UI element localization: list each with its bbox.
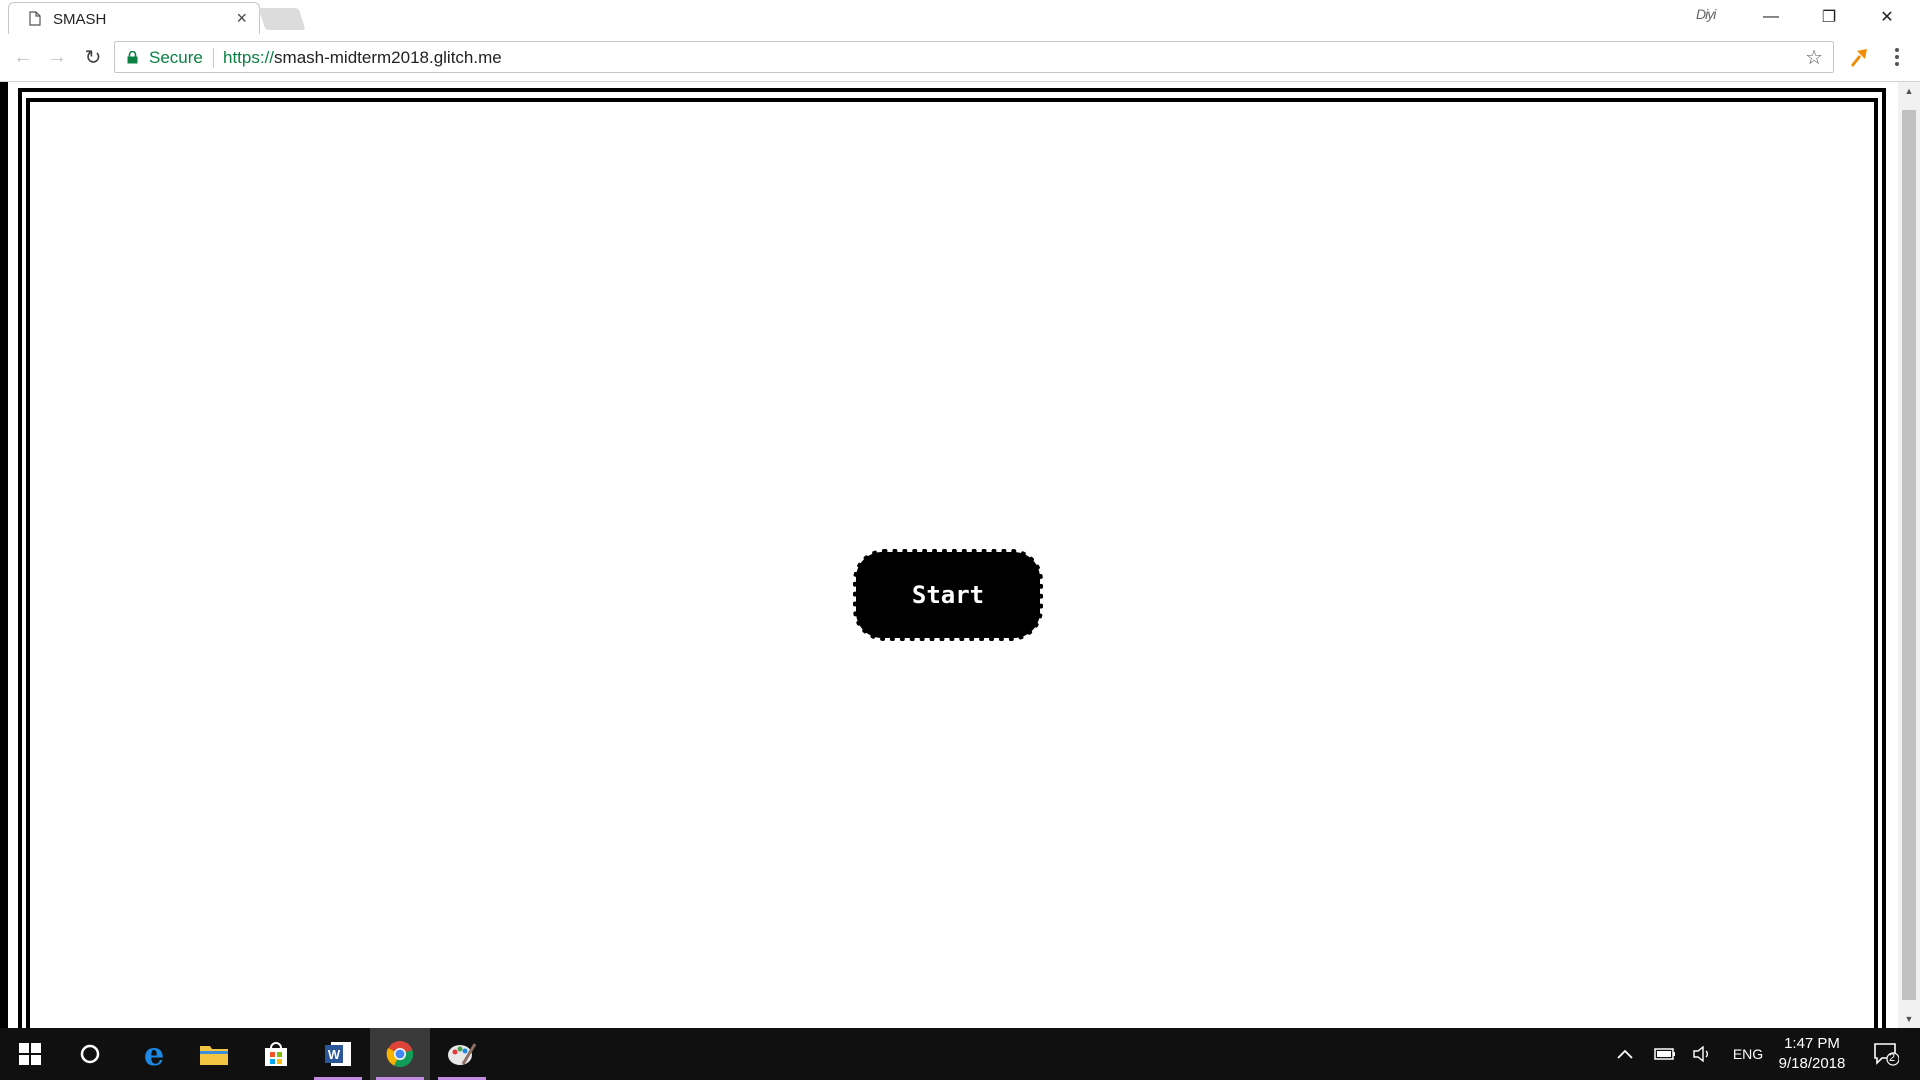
tab-close-icon[interactable]: × [236,8,247,29]
cortana-icon[interactable] [60,1028,120,1080]
edge-icon[interactable]: e [124,1028,184,1080]
browser-tab[interactable]: SMASH × [8,2,260,34]
clock-date: 9/18/2018 [1778,1055,1846,1072]
tab-title: SMASH [53,11,107,28]
minimize-button[interactable]: — [1748,0,1794,34]
address-bar[interactable]: Secure https://smash-midterm2018.glitch.… [114,41,1834,73]
url-text[interactable]: https://smash-midterm2018.glitch.me [223,48,502,68]
svg-text:W: W [328,1047,341,1062]
url-scheme: https:// [223,48,275,67]
new-tab-button[interactable] [258,8,306,30]
browser-toolbar: ← → ↻ Secure https://smash-midterm2018.g… [0,34,1920,82]
battery-icon[interactable] [1650,1028,1680,1080]
word-icon[interactable]: W [308,1028,368,1080]
secure-label: Secure [149,48,203,67]
extension-icon[interactable] [1848,46,1870,68]
lock-icon [127,51,138,64]
file-explorer-icon[interactable] [184,1028,244,1080]
close-window-button[interactable]: ✕ [1864,0,1910,34]
page-viewport: Start ▲ ▼ [0,82,1920,1028]
scroll-down-arrow-icon[interactable]: ▼ [1898,1010,1920,1028]
store-icon[interactable] [246,1028,306,1080]
action-center-icon[interactable]: 2 [1864,1028,1908,1080]
windows-logo-icon [19,1043,41,1065]
bookmark-star-icon[interactable]: ☆ [1805,45,1823,70]
reload-button[interactable]: ↻ [80,44,106,70]
notification-count: 2 [1889,1052,1896,1064]
profile-name[interactable]: Diyi [1696,6,1716,22]
tab-strip: SMASH × Diyi — ❐ ✕ [0,0,1920,34]
scrollbar-thumb[interactable] [1902,110,1916,1000]
show-hidden-icons-chevron-icon[interactable] [1610,1028,1640,1080]
start-button[interactable]: Start [853,549,1043,641]
volume-icon[interactable] [1688,1028,1718,1080]
windows-taskbar: e W ENG 1:47 PM 9/18/2018 2 [0,1028,1920,1080]
restore-button[interactable]: ❐ [1806,0,1852,34]
taskbar-clock[interactable]: 1:47 PM 9/18/2018 [1768,1034,1856,1074]
vertical-scrollbar[interactable]: ▲ ▼ [1898,82,1920,1028]
forward-button[interactable]: → [44,44,70,70]
scroll-up-arrow-icon[interactable]: ▲ [1898,82,1920,100]
page-icon [29,11,41,26]
url-host: smash-midterm2018.glitch.me [274,48,502,67]
paint-icon[interactable] [432,1028,492,1080]
windows-start-icon[interactable] [0,1028,60,1080]
omnibox-divider [213,48,214,68]
menu-dots-icon[interactable] [1890,44,1904,70]
clock-time: 1:47 PM [1784,1035,1840,1052]
back-button[interactable]: ← [10,44,36,70]
language-indicator[interactable]: ENG [1728,1028,1768,1080]
chrome-icon[interactable] [370,1028,430,1080]
